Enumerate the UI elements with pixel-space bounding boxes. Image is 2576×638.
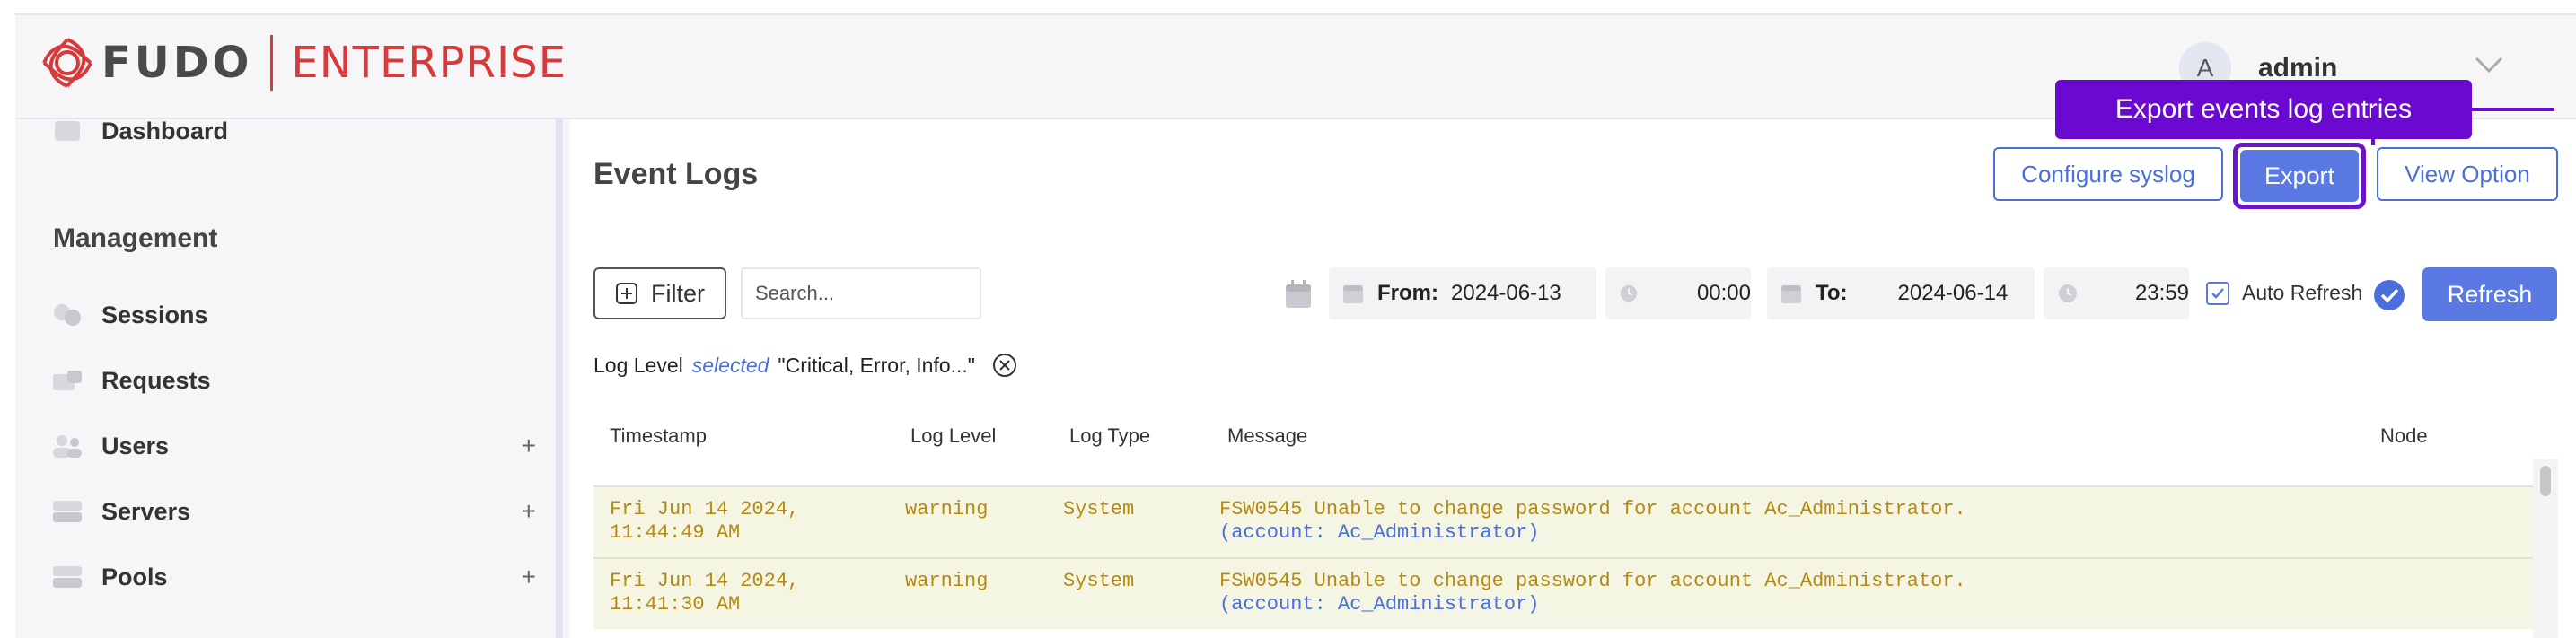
auto-refresh-checkbox[interactable] [2206, 281, 2229, 305]
filter-operator: selected [691, 353, 769, 377]
logo-wordmark: FUDO [101, 38, 253, 88]
clock-icon [1620, 284, 1638, 302]
requests-icon [53, 371, 82, 390]
sidebar-item-users[interactable]: Users + [51, 424, 536, 468]
message-text: FSW0545 Unable to change password for ac… [1219, 570, 1966, 592]
logo-divider [270, 35, 274, 91]
export-button[interactable]: Export [2240, 150, 2359, 202]
table-header: Timestamp Log Level Log Type Message Nod… [593, 414, 2569, 459]
from-time-value: 00:00 [1696, 281, 1751, 305]
column-header-node[interactable]: Node [2380, 424, 2428, 448]
from-time-field[interactable]: 00:00 [1605, 267, 1751, 319]
message-context-link[interactable]: (account: Ac_Administrator) [1219, 593, 1966, 616]
to-date-field[interactable]: To: 2024-06-14 [1767, 267, 2035, 319]
column-header-timestamp[interactable]: Timestamp [610, 424, 707, 448]
log-level-cell: warning [905, 498, 989, 520]
message-context-link[interactable]: (account: Ac_Administrator) [1219, 521, 1966, 545]
expand-icon[interactable]: + [522, 432, 536, 460]
message-cell: FSW0545 Unable to change password for ac… [1219, 570, 1966, 616]
chevron-down-icon[interactable] [2471, 51, 2507, 78]
column-header-log-type[interactable]: Log Type [1069, 424, 1150, 448]
filter-value: "Critical, Error, Info..." [778, 353, 975, 377]
sidebar-item-label: Requests [101, 366, 211, 394]
active-filter-chip: Log Level selected "Critical, Error, Inf… [593, 344, 1018, 387]
plus-square-icon [616, 283, 637, 304]
check-icon [2211, 287, 2224, 299]
timestamp-cell: Fri Jun 14 2024, 11:44:49 AM [610, 498, 799, 545]
column-header-log-level[interactable]: Log Level [910, 424, 996, 448]
table-row[interactable]: Fri Jun 14 2024, 11:44:49 AM warning Sys… [593, 485, 2533, 557]
expand-icon[interactable]: + [522, 563, 536, 591]
main-content: Event Logs Export events log entries Con… [570, 80, 2576, 638]
from-date-value: 2024-06-13 [1451, 281, 1561, 305]
from-label: From: [1377, 281, 1438, 305]
sidebar-item-label: Users [101, 432, 170, 459]
sidebar-item-requests[interactable]: Requests [51, 358, 536, 403]
users-icon [53, 435, 82, 458]
filter-field: Log Level [593, 353, 683, 377]
logo-edition: ENTERPRISE [291, 38, 567, 88]
timestamp-date: Fri Jun 14 2024, [610, 498, 800, 520]
fudo-logo[interactable]: FUDO ENTERPRISE [40, 33, 567, 92]
sidebar-item-label: Dashboard [101, 119, 229, 144]
refresh-button[interactable]: Refresh [2422, 267, 2557, 321]
message-text: FSW0545 Unable to change password for ac… [1219, 498, 1966, 520]
column-header-message[interactable]: Message [1227, 424, 1307, 448]
servers-icon [53, 501, 82, 522]
sidebar-item-pools[interactable]: Pools + [51, 555, 536, 599]
page-title: Event Logs [593, 157, 759, 191]
search-input[interactable] [741, 267, 981, 319]
check-circle-icon [2374, 280, 2405, 310]
expand-icon[interactable]: + [522, 497, 536, 526]
fudo-logo-icon [42, 38, 92, 88]
callout-connector-vertical [2371, 108, 2375, 145]
sidebar-item-sessions[interactable]: Sessions [51, 293, 536, 337]
from-date-field[interactable]: From: 2024-06-13 [1329, 267, 1596, 319]
log-type-cell: System [1063, 498, 1135, 520]
timestamp-date: Fri Jun 14 2024, [610, 570, 800, 592]
dashboard-icon [55, 121, 80, 141]
log-level-cell: warning [905, 570, 989, 592]
table-row[interactable]: Fri Jun 14 2024, 11:41:30 AM warning Sys… [593, 557, 2533, 629]
auto-refresh-toggle[interactable]: Auto Refresh [2206, 281, 2362, 305]
sidebar-item-label: Sessions [101, 301, 208, 328]
timestamp-time: 11:41:30 AM [610, 593, 741, 616]
to-time-field[interactable]: 23:59 [2044, 267, 2189, 319]
sidebar-item-dashboard[interactable]: Dashboard [51, 119, 536, 153]
calendar-icon [1781, 285, 1801, 303]
log-type-cell: System [1063, 570, 1135, 592]
timestamp-cell: Fri Jun 14 2024, 11:41:30 AM [610, 570, 799, 616]
view-option-button[interactable]: View Option [2377, 147, 2558, 201]
to-date-value: 2024-06-14 [1897, 281, 2009, 305]
configure-syslog-button[interactable]: Configure syslog [1993, 147, 2223, 201]
message-cell: FSW0545 Unable to change password for ac… [1219, 498, 1966, 545]
clock-icon [2058, 284, 2077, 302]
sidebar-item-label: Pools [101, 563, 168, 590]
filter-button[interactable]: Filter [593, 267, 726, 319]
sidebar-item-label: Servers [101, 497, 191, 525]
sidebar-section-heading: Management [53, 223, 218, 253]
sidebar: Dashboard Management Sessions Requests U… [15, 119, 563, 638]
tutorial-callout: Export events log entries [2055, 80, 2472, 139]
calendar-icon [1343, 285, 1363, 303]
close-circle-icon[interactable] [991, 352, 1018, 379]
app-window: FUDO ENTERPRISE A admin Dashboard Manage… [15, 13, 2576, 638]
calendar-edit-icon[interactable] [1284, 279, 1313, 310]
to-label: To: [1816, 281, 1848, 305]
sessions-icon [54, 304, 81, 326]
timestamp-time: 11:44:49 AM [610, 521, 741, 544]
auto-refresh-label: Auto Refresh [2242, 281, 2363, 304]
sidebar-item-servers[interactable]: Servers + [51, 489, 536, 534]
to-time-value: 23:59 [2134, 281, 2189, 305]
username: admin [2258, 53, 2338, 83]
scrollbar-thumb[interactable] [2540, 466, 2551, 496]
filter-button-label: Filter [651, 279, 705, 307]
pools-icon [53, 566, 82, 588]
callout-connector [2472, 108, 2554, 111]
table-scrollbar[interactable] [2533, 459, 2558, 638]
